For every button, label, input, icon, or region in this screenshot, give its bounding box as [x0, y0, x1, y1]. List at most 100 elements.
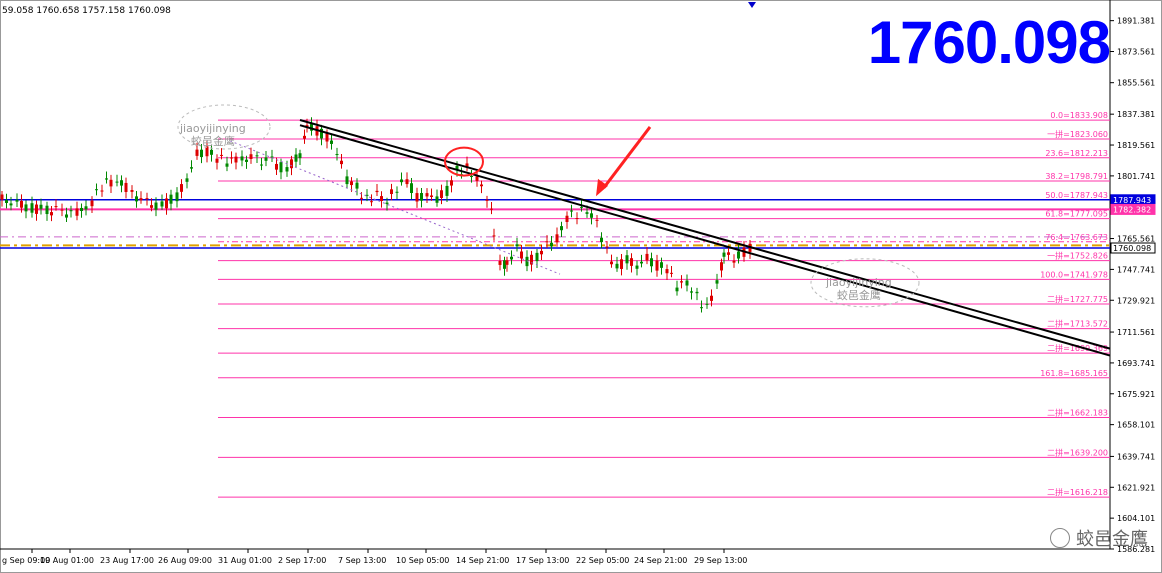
candle-body	[575, 218, 579, 220]
candle-body	[303, 135, 306, 139]
candle-body	[215, 158, 219, 163]
candle-body	[345, 176, 349, 185]
candle-body	[210, 149, 213, 155]
candle-body	[660, 262, 663, 268]
time-tick-label: 19 Aug 01:00	[40, 556, 94, 565]
candle-body	[600, 237, 603, 243]
candle-body	[555, 234, 559, 243]
candle-body	[290, 159, 293, 169]
candle-body	[165, 198, 168, 209]
price-tick-label: 1621.921	[1117, 483, 1155, 492]
candle-body	[115, 181, 119, 183]
candle-body	[240, 156, 244, 161]
candle-body	[190, 167, 193, 169]
candle-body	[0, 194, 4, 200]
price-tick-label: 1658.101	[1117, 421, 1155, 430]
price-chart[interactable]: 1891.381 1873.561 1855.561 1837.381 1819.561…	[0, 0, 1162, 573]
candle-body	[60, 209, 64, 211]
candle-body	[385, 202, 389, 204]
candle-body	[480, 184, 483, 187]
watermark-top: jiaoyijinying 蛟邑金鹰	[180, 122, 246, 148]
candle-body	[234, 156, 238, 163]
candle-body	[84, 206, 88, 210]
candle-body	[655, 260, 659, 271]
candle-body	[510, 256, 513, 260]
candle-body	[665, 269, 669, 274]
candle-body	[590, 213, 593, 218]
candle-body	[410, 183, 413, 193]
candle-body	[154, 202, 158, 210]
fib-label: 161.8=1685.165	[1040, 369, 1108, 378]
candle-body	[400, 179, 403, 183]
fib-label: 二拼=1662.183	[1047, 408, 1108, 418]
candle-body	[360, 197, 363, 199]
fib-label: 100.0=1741.978	[1040, 270, 1108, 279]
price-tick-label: 1693.741	[1117, 359, 1155, 368]
fib-label: 23.6=1812.213	[1045, 149, 1108, 158]
candle-body	[249, 154, 253, 160]
candle-body	[450, 180, 453, 186]
candle-body	[109, 179, 113, 187]
candle-body	[255, 155, 259, 157]
candle-body	[9, 203, 13, 206]
candle-body	[470, 176, 473, 178]
candle-body	[535, 252, 539, 262]
candle-body	[625, 255, 629, 264]
time-tick-label: 26 Aug 09:00	[158, 556, 212, 565]
fib-label: 50.0=1787.943	[1045, 191, 1108, 200]
price-tick-label: 1855.561	[1117, 79, 1155, 88]
candle-body	[475, 176, 479, 181]
candle-body	[5, 200, 8, 203]
fib-label: 一拼=1752.826	[1047, 251, 1108, 261]
price-tick-label: 1837.381	[1117, 110, 1155, 119]
fib-label: 二拼=1639.200	[1047, 447, 1108, 457]
candle-body	[565, 215, 569, 222]
price-tick-label: 1819.561	[1117, 141, 1155, 150]
candle-body	[430, 195, 433, 197]
candle-body	[390, 189, 393, 195]
dotted-diagonal	[229, 140, 561, 275]
candle-body	[180, 184, 183, 192]
ohlc-readout: 59.058 1760.658 1757.158 1760.098	[2, 6, 171, 16]
candle-body	[20, 200, 23, 208]
candle-body	[298, 153, 302, 159]
candle-body	[54, 206, 58, 208]
candle-body	[560, 226, 563, 231]
candle-body	[615, 263, 619, 269]
candle-body	[675, 287, 679, 292]
price-tick-label: 1604.101	[1117, 514, 1155, 523]
fib-label: 二拼=1713.572	[1047, 319, 1108, 329]
candle-body	[610, 261, 613, 265]
candle-body	[69, 210, 73, 212]
candle-body	[492, 235, 496, 237]
candle-body	[285, 167, 289, 172]
time-tick-label: 17 Sep 13:00	[516, 556, 569, 565]
price-tick-label: 1747.741	[1117, 265, 1155, 274]
time-tick-label: 31 Aug 01:00	[218, 556, 272, 565]
candle-body	[185, 178, 189, 182]
trendline-upper	[299, 119, 1111, 350]
candle-body	[545, 241, 549, 243]
candle-body	[595, 219, 599, 221]
candle-body	[705, 303, 709, 305]
candle-body	[420, 193, 423, 201]
candle-body	[95, 189, 98, 191]
candle-body	[695, 291, 699, 294]
candle-body	[415, 193, 419, 202]
candle-body	[440, 190, 443, 198]
current-price-display: 1760.098	[867, 9, 1111, 76]
candle-body	[65, 214, 68, 218]
candle-body	[737, 251, 740, 259]
candle-body	[80, 207, 83, 212]
candle-body	[195, 149, 199, 156]
candle-body	[335, 154, 339, 156]
price-tick-label: 1765.561	[1117, 235, 1155, 244]
candle-body	[490, 208, 493, 210]
candle-body	[330, 140, 333, 144]
candle-body	[722, 252, 726, 257]
candle-body	[264, 157, 268, 161]
candle-body	[225, 163, 229, 167]
candle-body	[445, 185, 449, 196]
fib-label: 二拼=1616.218	[1047, 487, 1108, 497]
candle-body	[120, 180, 123, 186]
